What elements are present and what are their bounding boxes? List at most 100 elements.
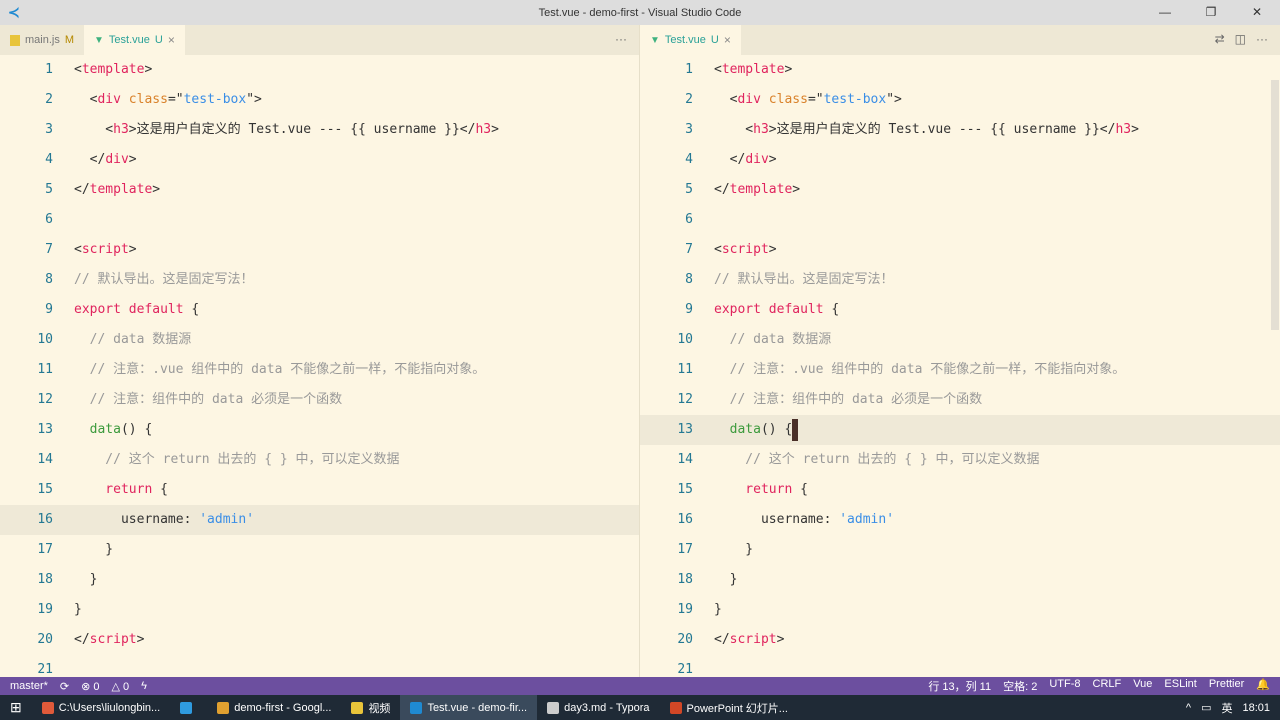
- code-line[interactable]: 20 </script>: [640, 625, 1280, 655]
- code-line[interactable]: 20 </script>: [0, 625, 639, 655]
- code-line[interactable]: 6: [640, 205, 1280, 235]
- code-line[interactable]: 14 // 这个 return 出去的 { } 中，可以定义数据: [0, 445, 639, 475]
- eslint-status[interactable]: ESLint: [1164, 678, 1196, 694]
- code-token: // data 数据源: [74, 332, 192, 347]
- code-line[interactable]: 7 <script>: [640, 235, 1280, 265]
- line-number: 8: [45, 272, 53, 287]
- errors-count[interactable]: ⊗ 0: [81, 680, 99, 693]
- code-line[interactable]: 1 <template>: [0, 55, 639, 85]
- code-line[interactable]: 11 // 注意：.vue 组件中的 data 不能像之前一样，不能指向对象。: [0, 355, 639, 385]
- code-editor[interactable]: 1 <template> 2 <div class="test-box"> 3 <h3…: [0, 55, 639, 677]
- taskbar-item[interactable]: day3.md - Typora: [537, 695, 659, 720]
- prettier-status[interactable]: Prettier: [1209, 678, 1244, 694]
- more-actions-icon[interactable]: ···: [615, 32, 627, 46]
- code-line[interactable]: 7 <script>: [0, 235, 639, 265]
- code-line[interactable]: 9 export default {: [640, 295, 1280, 325]
- code-line[interactable]: 17 }: [0, 535, 639, 565]
- code-line[interactable]: 16 username: 'admin': [0, 505, 639, 535]
- taskbar-item[interactable]: C:\Users\liulongbin...: [32, 695, 171, 720]
- tray-expand-icon[interactable]: ^: [1186, 702, 1191, 714]
- tab-label: Test.vue: [664, 34, 706, 46]
- code-line[interactable]: 13 data() {: [0, 415, 639, 445]
- code-token: // 注意：组件中的 data 必须是一个函数: [714, 392, 983, 407]
- notifications-icon[interactable]: 🔔: [1256, 678, 1270, 694]
- code-line[interactable]: 19}: [0, 595, 639, 625]
- code-line[interactable]: 3 <h3>这是用户自定义的 Test.vue --- {{ username …: [0, 115, 639, 145]
- code-line[interactable]: 21: [0, 655, 639, 677]
- code-line[interactable]: 5 </template>: [0, 175, 639, 205]
- code-line[interactable]: 8 // 默认导出。这是固定写法！: [640, 265, 1280, 295]
- taskbar-item[interactable]: 视频: [341, 695, 400, 720]
- close-tab-icon[interactable]: ×: [168, 33, 175, 47]
- code-line[interactable]: 21: [640, 655, 1280, 677]
- code-line[interactable]: 4 </div>: [640, 145, 1280, 175]
- code-line[interactable]: 17 }: [640, 535, 1280, 565]
- indentation[interactable]: 空格: 2: [1003, 678, 1037, 694]
- minimize-button[interactable]: —: [1142, 0, 1188, 25]
- code-line[interactable]: 15 return {: [640, 475, 1280, 505]
- bolt-icon[interactable]: ϟ: [141, 680, 147, 692]
- tab-test-vue[interactable]: ▼ Test.vue U ×: [84, 25, 185, 55]
- sync-icon[interactable]: ⟳: [60, 680, 69, 693]
- line-number: 4: [45, 152, 53, 167]
- more-actions-icon[interactable]: ···: [1256, 32, 1268, 46]
- code-line[interactable]: 12 // 注意：组件中的 data 必须是一个函数: [0, 385, 639, 415]
- line-number: 1: [685, 62, 693, 77]
- split-editor-icon[interactable]: ◫: [1235, 32, 1246, 46]
- code-line[interactable]: 13 data() {: [640, 415, 1280, 445]
- line-text: </script>: [693, 625, 784, 655]
- code-line[interactable]: 4 </div>: [0, 145, 639, 175]
- code-line[interactable]: 12 // 注意：组件中的 data 必须是一个函数: [640, 385, 1280, 415]
- code-line[interactable]: 6: [0, 205, 639, 235]
- vue-file-icon: ▼: [650, 34, 660, 46]
- tab-main-js[interactable]: main.js M: [0, 25, 84, 55]
- line-number: 5: [45, 182, 53, 197]
- taskbar-item[interactable]: PowerPoint 幻灯片...: [660, 695, 798, 720]
- scrollbar[interactable]: [1270, 55, 1280, 677]
- open-changes-icon[interactable]: ⇄: [1215, 32, 1225, 46]
- close-window-button[interactable]: ✕: [1234, 0, 1280, 25]
- code-line[interactable]: 15 return {: [0, 475, 639, 505]
- close-tab-icon[interactable]: ×: [724, 33, 731, 47]
- line-ending[interactable]: CRLF: [1093, 678, 1122, 694]
- code-line[interactable]: 8 // 默认导出。这是固定写法！: [0, 265, 639, 295]
- language-mode[interactable]: Vue: [1133, 678, 1152, 694]
- warnings-count[interactable]: △ 0: [112, 680, 130, 693]
- tab-test-vue[interactable]: ▼ Test.vue U ×: [640, 25, 741, 55]
- line-text: }: [53, 565, 98, 595]
- git-branch[interactable]: master*: [10, 680, 48, 692]
- cursor-position[interactable]: 行 13，列 11: [928, 678, 991, 694]
- ime-indicator[interactable]: 英: [1221, 700, 1232, 716]
- code-line[interactable]: 2 <div class="test-box">: [0, 85, 639, 115]
- code-line[interactable]: 5 </template>: [640, 175, 1280, 205]
- code-token: // 默认导出。这是固定写法！: [74, 272, 254, 287]
- start-button[interactable]: ⊞: [0, 695, 32, 720]
- clock[interactable]: 18:01: [1242, 702, 1270, 714]
- code-line[interactable]: 14 // 这个 return 出去的 { } 中，可以定义数据: [640, 445, 1280, 475]
- code-editor[interactable]: 1 <template> 2 <div class="test-box"> 3 <h3…: [640, 55, 1280, 677]
- line-number: 16: [677, 512, 693, 527]
- code-line[interactable]: 11 // 注意：.vue 组件中的 data 不能像之前一样，不能指向对象。: [640, 355, 1280, 385]
- taskbar-item[interactable]: Test.vue - demo-fir...: [400, 695, 538, 720]
- code-line[interactable]: 19}: [640, 595, 1280, 625]
- scrollbar-thumb[interactable]: [1271, 80, 1279, 330]
- code-line[interactable]: 10 // data 数据源: [0, 325, 639, 355]
- code-line[interactable]: 16 username: 'admin': [640, 505, 1280, 535]
- code-token: script: [721, 242, 769, 257]
- code-line[interactable]: 18 }: [640, 565, 1280, 595]
- taskbar-item[interactable]: [170, 695, 207, 720]
- line-text: }: [693, 535, 753, 565]
- code-line[interactable]: 2 <div class="test-box">: [640, 85, 1280, 115]
- code-line[interactable]: 3 <h3>这是用户自定义的 Test.vue --- {{ username …: [640, 115, 1280, 145]
- maximize-button[interactable]: ❐: [1188, 0, 1234, 25]
- network-icon[interactable]: ▭: [1201, 701, 1211, 714]
- line-number: 18: [677, 572, 693, 587]
- encoding[interactable]: UTF-8: [1049, 678, 1080, 694]
- code-line[interactable]: 18 }: [0, 565, 639, 595]
- code-token: test-box: [183, 92, 247, 107]
- code-token: </: [714, 152, 746, 167]
- code-line[interactable]: 1 <template>: [640, 55, 1280, 85]
- code-line[interactable]: 10 // data 数据源: [640, 325, 1280, 355]
- code-line[interactable]: 9 export default {: [0, 295, 639, 325]
- taskbar-item[interactable]: demo-first - Googl...: [207, 695, 341, 720]
